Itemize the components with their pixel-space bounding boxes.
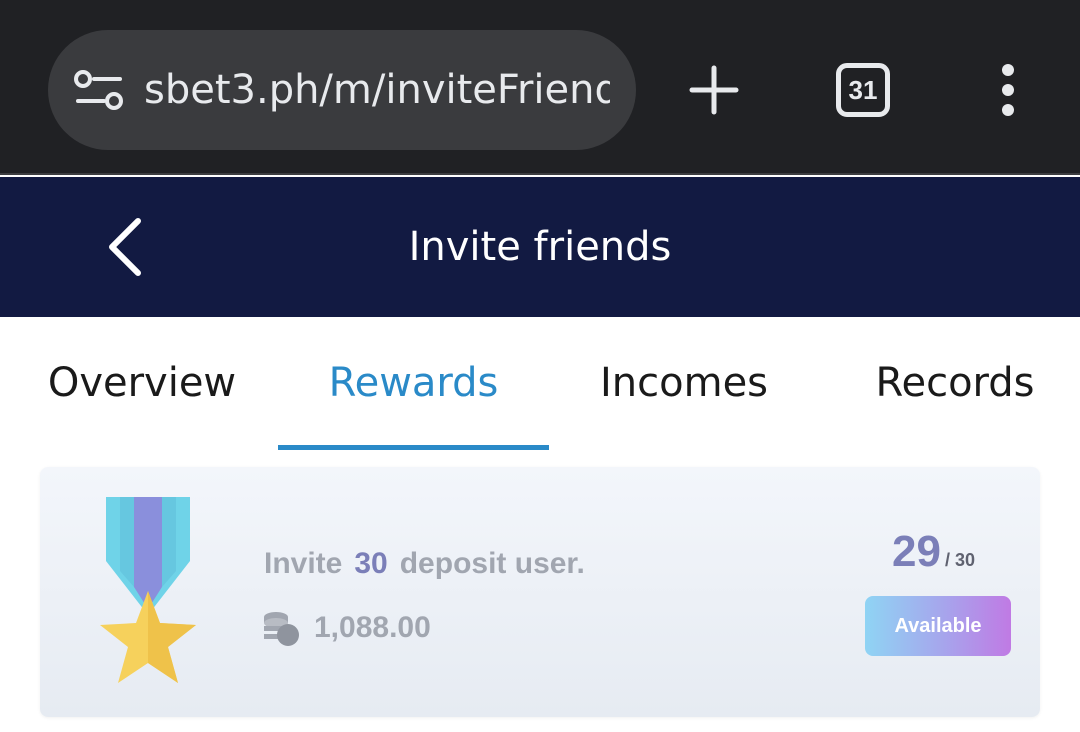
available-button[interactable]: Available <box>865 596 1011 656</box>
reward-amount: 1,088.00 <box>314 611 431 644</box>
reward-target-count: 30 <box>354 547 388 580</box>
reward-desc-prefix: Invite <box>264 547 343 580</box>
url-text[interactable]: sbet3.ph/m/inviteFriends? <box>144 62 610 118</box>
progress-current: 29 <box>892 527 941 576</box>
active-tab-indicator <box>278 445 549 450</box>
reward-description: Invite 30 deposit user. <box>264 547 585 581</box>
plus-icon[interactable] <box>684 60 744 120</box>
address-bar[interactable]: sbet3.ph/m/inviteFriends? <box>48 30 636 150</box>
app-header: Invite friends <box>0 177 1080 317</box>
tab-overview[interactable]: Overview <box>10 355 274 411</box>
progress-counter: 29/ 30 <box>892 527 975 577</box>
reward-desc-suffix: deposit user. <box>399 547 585 580</box>
coins-icon <box>264 612 299 646</box>
tune-icon[interactable] <box>74 70 124 110</box>
tab-rewards[interactable]: Rewards <box>278 355 549 411</box>
browser-toolbar: sbet3.ph/m/inviteFriends? 31 <box>0 0 1080 175</box>
tab-records[interactable]: Records <box>836 355 1074 411</box>
reward-card: Invite 30 deposit user. 1,088.00 29/ 30 Av… <box>40 467 1040 717</box>
tab-bar: Overview Rewards Incomes Records <box>0 317 1080 457</box>
medal-icon <box>100 497 196 683</box>
page-title: Invite friends <box>408 224 672 270</box>
progress-total: / 30 <box>944 550 975 570</box>
tab-switcher-button[interactable]: 31 <box>836 63 890 117</box>
more-vert-icon[interactable] <box>988 62 1028 118</box>
tab-incomes[interactable]: Incomes <box>554 355 814 411</box>
